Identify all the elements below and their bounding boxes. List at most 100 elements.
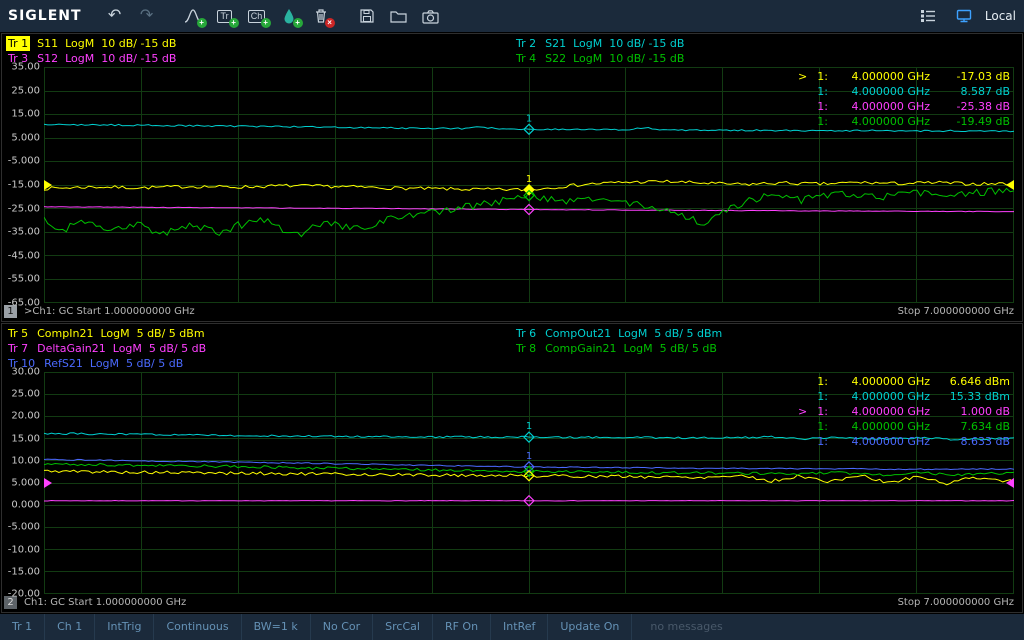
delete-button[interactable]: ×: [306, 2, 336, 30]
trace-id[interactable]: Tr 5: [6, 326, 30, 341]
y-axis-label: 20.00: [11, 411, 40, 422]
trace-format: S22 LogM 10 dB/ -15 dB: [545, 51, 684, 66]
marker-readout: 1:4.000000 GHz-25.38 dB: [798, 99, 1010, 114]
sweep-status-window-2: 2 Ch1: GC Start 1.000000000 GHz Stop 7.0…: [2, 594, 1022, 612]
vna-application: SIGLENT ↶ ↷ + Tr + Ch + +: [0, 0, 1024, 640]
add-badge: +: [261, 18, 271, 28]
add-measurement-button[interactable]: +: [178, 2, 208, 30]
y-axis-label: -25.00: [8, 203, 40, 214]
trace-legend-tr3[interactable]: Tr 3S12 LogM 10 dB/ -15 dB: [6, 51, 514, 66]
marker-readout: 1:4.000000 GHz8.633 dB: [798, 434, 1010, 449]
y-axis-label: 15.00: [11, 109, 40, 120]
statusbar-tr-1[interactable]: Tr 1: [0, 614, 45, 640]
statusbar-rf-on[interactable]: RF On: [433, 614, 491, 640]
ref-level-arrow-left[interactable]: [44, 180, 52, 190]
add-channel-button[interactable]: Ch +: [242, 2, 272, 30]
trace-legend-tr6[interactable]: Tr 6CompOut21 LogM 5 dB/ 5 dBm: [514, 326, 1022, 341]
y-axis-label: -55.00: [8, 274, 40, 285]
redo-icon: ↷: [140, 8, 153, 24]
delete-badge: ×: [325, 18, 335, 28]
y-axis-label: -5.000: [8, 156, 40, 167]
y-axis-label: 30.00: [11, 367, 40, 378]
trace-legend-tr2[interactable]: Tr 2S21 LogM 10 dB/ -15 dB: [514, 36, 1022, 51]
trace-format: CompIn21 LogM 5 dB/ 5 dBm: [37, 326, 204, 341]
trace-legend-tr8[interactable]: Tr 8 CompGain21 LogM 5 dB/ 5 dB: [514, 341, 1022, 356]
instrument-statusbar: Tr 1Ch 1IntTrigContinuousBW=1 kNo CorSrc…: [0, 614, 1024, 640]
trace-legend-tr7[interactable]: Tr 7 DeltaGain21 LogM 5 dB/ 5 dB: [6, 341, 514, 356]
y-axis-label: -5.000: [8, 522, 40, 533]
undo-icon: ↶: [108, 8, 121, 24]
statusbar-inttrig[interactable]: IntTrig: [95, 614, 154, 640]
marker-readout: 1:4.000000 GHz8.587 dB: [798, 84, 1010, 99]
trace-format: RefS21 LogM 5 dB/ 5 dB: [44, 356, 183, 371]
undo-button[interactable]: ↶: [100, 2, 130, 30]
statusbar-srccal[interactable]: SrcCal: [373, 614, 433, 640]
statusbar-intref[interactable]: IntRef: [491, 614, 548, 640]
trace-id[interactable]: Tr 1: [6, 36, 30, 51]
marker-number-label: 1: [526, 451, 532, 462]
statusbar-bw-1-k[interactable]: BW=1 k: [242, 614, 311, 640]
toolbar-config-button[interactable]: [913, 2, 943, 30]
toolbar-config-icon: [919, 8, 937, 24]
trace-format: DeltaGain21 LogM 5 dB/ 5 dB: [37, 341, 206, 356]
marker-readout: 1:4.000000 GHz15.33 dBm: [798, 389, 1010, 404]
save-button[interactable]: [352, 2, 382, 30]
y-axis-label: -35.00: [8, 227, 40, 238]
marker-readout: 1:4.000000 GHz6.646 dBm: [798, 374, 1010, 389]
camera-icon: [421, 8, 440, 25]
trace-id[interactable]: Tr 7: [6, 341, 30, 356]
y-axis-label: 5.000: [11, 478, 40, 489]
ref-level-arrow-left[interactable]: [44, 478, 52, 488]
marker-readouts-window-2: 1:4.000000 GHz6.646 dBm1:4.000000 GHz15.…: [798, 374, 1010, 449]
measurement-window-2: Tr 5 CompIn21 LogM 5 dB/ 5 dBm Tr 6CompOut…: [1, 323, 1023, 613]
y-axis-label: -15.00: [8, 180, 40, 191]
trace-format: S12 LogM 10 dB/ -15 dB: [37, 51, 176, 66]
statusbar-no-cor[interactable]: No Cor: [311, 614, 373, 640]
open-file-button[interactable]: [384, 2, 414, 30]
marker-number-label: 1: [526, 174, 532, 185]
trace-legend-window-1: Tr 1 S11 LogM 10 dB/ -15 dB Tr 2S21 LogM 1…: [2, 34, 1022, 67]
marker-readout: >1:4.000000 GHz-17.03 dB: [798, 69, 1010, 84]
y-axis-window-1: 35.0025.0015.005.000-5.000-15.00-25.00-3…: [2, 67, 44, 303]
y-axis-label: -10.00: [8, 544, 40, 555]
marker-readout: >1:4.000000 GHz1.000 dB: [798, 404, 1010, 419]
trace-format: CompGain21 LogM 5 dB/ 5 dB: [545, 341, 717, 356]
sweep-start-label: >Ch1: GC Start 1.000000000 GHz: [24, 306, 195, 317]
statusbar-ch-1[interactable]: Ch 1: [45, 614, 95, 640]
sweep-stop-label: Stop 7.000000000 GHz: [898, 306, 1014, 317]
statusbar-no-messages: no messages: [638, 614, 734, 640]
measurement-window-1: Tr 1 S11 LogM 10 dB/ -15 dB Tr 2S21 LogM 1…: [1, 33, 1023, 322]
sweep-start-label: Ch1: GC Start 1.000000000 GHz: [24, 597, 186, 608]
y-axis-label: -15.00: [8, 566, 40, 577]
main-display-area: Tr 1 S11 LogM 10 dB/ -15 dB Tr 2S21 LogM 1…: [0, 32, 1024, 613]
marker-readouts-window-1: >1:4.000000 GHz-17.03 dB1:4.000000 GHz8.…: [798, 69, 1010, 129]
trace-id[interactable]: Tr 4: [514, 51, 538, 66]
statusbar-continuous[interactable]: Continuous: [154, 614, 241, 640]
redo-button[interactable]: ↷: [132, 2, 162, 30]
add-trace-button[interactable]: Tr +: [210, 2, 240, 30]
statusbar-update-on[interactable]: Update On: [548, 614, 632, 640]
trace-legend-tr10[interactable]: Tr 10RefS21 LogM 5 dB/ 5 dB: [6, 356, 514, 371]
y-axis-label: -65.00: [8, 298, 40, 309]
trace-tr7-deltagain21[interactable]: [44, 501, 1014, 502]
add-badge: +: [197, 18, 207, 28]
add-badge: +: [293, 18, 303, 28]
remote-connection-icon: [955, 8, 973, 24]
folder-icon: [389, 8, 408, 25]
trace-legend-tr5[interactable]: Tr 5 CompIn21 LogM 5 dB/ 5 dBm: [6, 326, 514, 341]
marker-readout: 1:4.000000 GHz7.634 dB: [798, 419, 1010, 434]
add-marker-button[interactable]: +: [274, 2, 304, 30]
local-mode-label[interactable]: Local: [985, 9, 1016, 23]
trace-format: S11 LogM 10 dB/ -15 dB: [37, 36, 176, 51]
y-axis-window-2: 30.0025.0020.0015.0010.005.0000.000-5.00…: [2, 372, 44, 594]
trace-id[interactable]: Tr 2: [514, 36, 538, 51]
sweep-status-window-1: 1 >Ch1: GC Start 1.000000000 GHz Stop 7.…: [2, 303, 1022, 321]
trace-legend-tr1[interactable]: Tr 1 S11 LogM 10 dB/ -15 dB: [6, 36, 514, 51]
y-axis-label: 15.00: [11, 433, 40, 444]
trace-id[interactable]: Tr 6: [514, 326, 538, 341]
y-axis-label: 10.00: [11, 455, 40, 466]
trace-legend-window-2: Tr 5 CompIn21 LogM 5 dB/ 5 dBm Tr 6CompOut…: [2, 324, 1022, 372]
screenshot-button[interactable]: [416, 2, 446, 30]
trace-legend-tr4[interactable]: Tr 4 S22 LogM 10 dB/ -15 dB: [514, 51, 1022, 66]
trace-id[interactable]: Tr 8: [514, 341, 538, 356]
